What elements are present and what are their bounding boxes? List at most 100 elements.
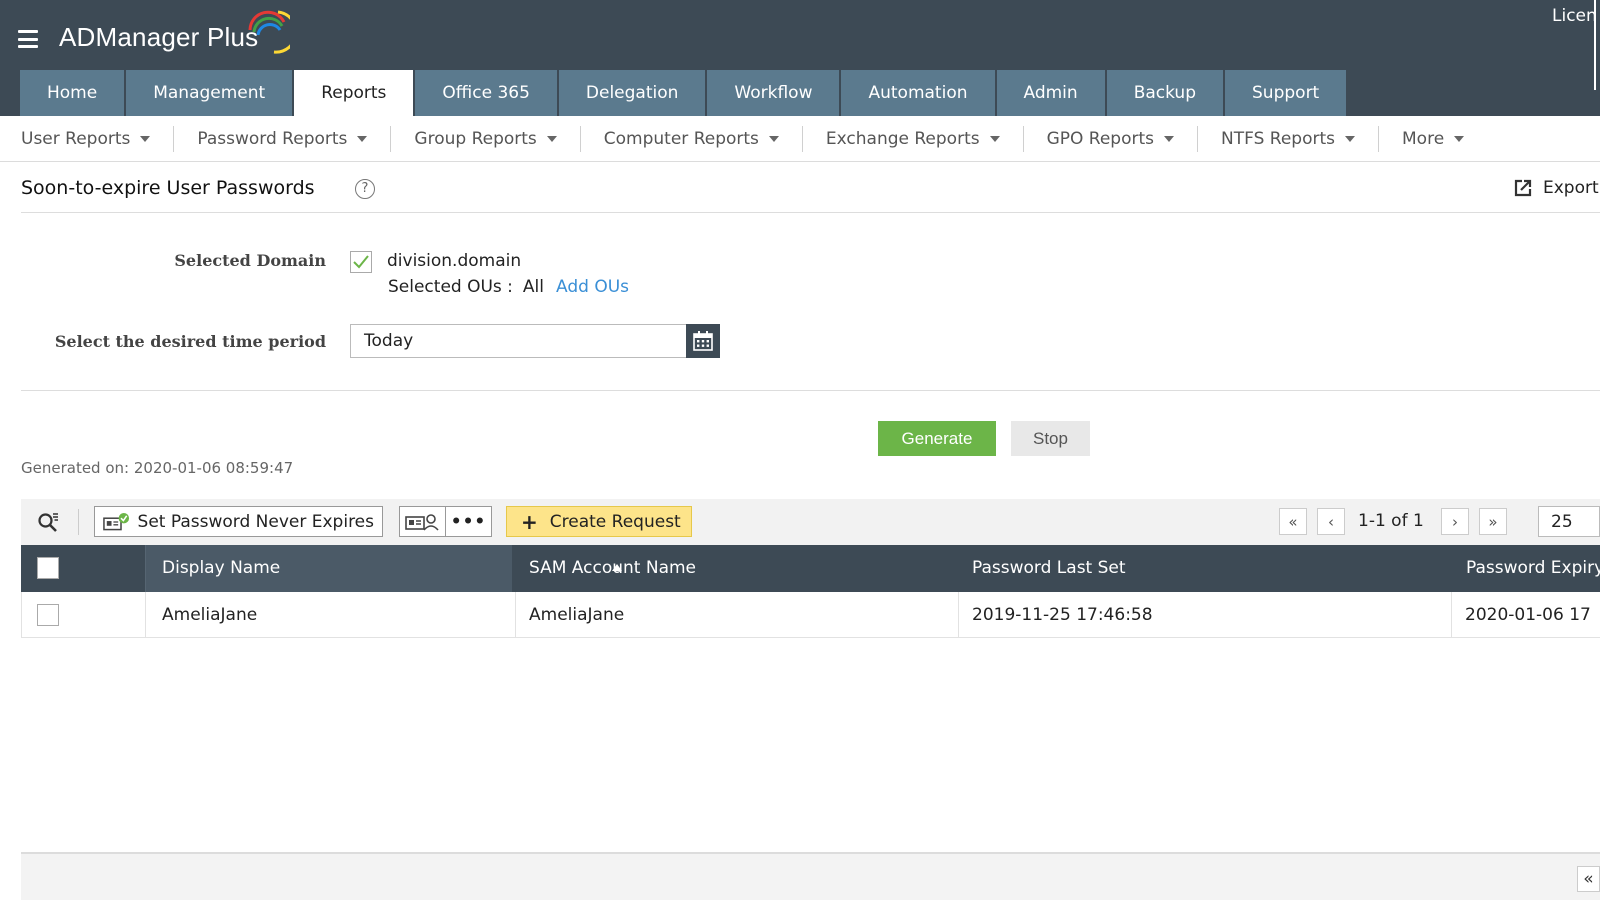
tab-office-365[interactable]: Office 365 xyxy=(415,70,557,116)
footer-bar xyxy=(21,852,1600,900)
calendar-icon xyxy=(693,331,713,351)
caret-down-icon xyxy=(768,135,779,142)
tab-management[interactable]: Management xyxy=(126,70,293,116)
cell-divider xyxy=(958,592,959,638)
set-never-expires-label: Set Password Never Expires xyxy=(137,511,374,532)
double-chevron-left-icon: « xyxy=(1583,869,1594,889)
tab-delegation[interactable]: Delegation xyxy=(558,70,706,116)
create-request-button[interactable]: + Create Request xyxy=(506,506,692,537)
export-icon xyxy=(1514,179,1532,197)
row-checkbox[interactable] xyxy=(37,604,59,626)
tab-reports[interactable]: Reports xyxy=(294,70,414,116)
subnav-divider xyxy=(390,125,392,152)
subnav-label: Password Reports xyxy=(197,128,348,149)
selected-ous-row: Selected OUs : All Add OUs xyxy=(388,277,629,297)
top-header: ADManager Plus Licen Home Management Rep… xyxy=(0,0,1600,116)
tab-automation[interactable]: Automation xyxy=(841,70,995,116)
logo-arc-icon xyxy=(248,10,290,54)
selected-domain-label: Selected Domain xyxy=(174,251,326,270)
caret-down-icon xyxy=(989,135,1000,142)
subnav-label: More xyxy=(1402,128,1445,149)
page-title: Soon-to-expire User Passwords xyxy=(21,177,315,199)
tab-backup[interactable]: Backup xyxy=(1106,70,1224,116)
subnav-computer-reports[interactable]: Computer Reports xyxy=(604,129,779,149)
subnav-label: NTFS Reports xyxy=(1221,128,1336,149)
toolbar-divider xyxy=(78,509,79,535)
main-tabs: Home Management Reports Office 365 Deleg… xyxy=(20,70,1348,116)
tab-support[interactable]: Support xyxy=(1225,70,1347,116)
subnav-more[interactable]: More xyxy=(1402,128,1465,149)
domain-checkbox[interactable] xyxy=(350,251,372,273)
page: ADManager Plus Licen Home Management Rep… xyxy=(0,0,1600,900)
first-page-button[interactable]: « xyxy=(1279,508,1307,535)
time-period-select[interactable]: Today xyxy=(350,324,686,358)
selected-ous-label: Selected OUs : xyxy=(388,277,513,297)
license-link[interactable]: Licen xyxy=(1552,6,1597,26)
column-sam-account-name[interactable]: SAM Account Name xyxy=(529,545,696,592)
subnav-ntfs-reports[interactable]: NTFS Reports xyxy=(1221,128,1356,149)
checkmark-icon xyxy=(353,255,369,269)
stop-button[interactable]: Stop xyxy=(1011,421,1090,456)
tab-admin[interactable]: Admin xyxy=(996,70,1105,116)
reports-subnav: User Reports Password Reports Group Repo… xyxy=(0,116,1600,162)
select-all-checkbox[interactable] xyxy=(37,557,59,579)
add-ous-link[interactable]: Add OUs xyxy=(556,277,629,297)
subnav-user-reports[interactable]: User Reports xyxy=(21,128,151,149)
double-chevron-left-icon: « xyxy=(1288,512,1298,531)
calendar-button[interactable] xyxy=(686,324,720,358)
caret-down-icon xyxy=(140,135,151,142)
caret-down-icon xyxy=(357,135,368,142)
chevron-right-icon: › xyxy=(1452,512,1458,531)
subnav-label: Exchange Reports xyxy=(825,128,980,149)
more-actions-button[interactable]: ••• xyxy=(445,506,492,537)
license-divider xyxy=(1594,0,1596,90)
title-divider xyxy=(21,212,1600,213)
subnav-label: GPO Reports xyxy=(1046,128,1155,149)
column-label: Display Name xyxy=(162,558,281,578)
collapse-panel-button[interactable]: « xyxy=(1577,866,1600,892)
tab-home[interactable]: Home xyxy=(20,70,125,116)
subnav-label: User Reports xyxy=(21,128,131,149)
time-period-label: Select the desired time period xyxy=(54,332,326,351)
hamburger-menu-icon[interactable] xyxy=(18,30,38,48)
generated-on-text: Generated on: 2020-01-06 08:59:47 xyxy=(21,459,294,477)
caret-down-icon xyxy=(1164,135,1175,142)
results-toolbar: Set Password Never Expires ••• + Create … xyxy=(21,499,1600,545)
double-chevron-right-icon: » xyxy=(1488,512,1498,531)
page-size-select[interactable]: 25 xyxy=(1538,506,1600,537)
cell-display-name: AmeliaJane xyxy=(162,605,258,625)
column-display-name[interactable]: Display Name xyxy=(146,545,622,592)
plus-icon: + xyxy=(521,509,538,534)
set-password-never-expires-button[interactable]: Set Password Never Expires xyxy=(94,506,383,537)
subnav-exchange-reports[interactable]: Exchange Reports xyxy=(826,129,1000,149)
create-request-label: Create Request xyxy=(549,511,681,532)
form-divider xyxy=(21,390,1600,391)
subnav-label: Group Reports xyxy=(414,128,537,149)
search-filter-button[interactable] xyxy=(37,511,59,537)
tab-workflow[interactable]: Workflow xyxy=(707,70,840,116)
column-password-expiry[interactable]: Password Expiry xyxy=(1466,545,1600,592)
subnav-divider xyxy=(1022,125,1024,152)
chevron-left-icon: ‹ xyxy=(1328,512,1334,531)
cell-divider xyxy=(1451,592,1452,638)
next-page-button[interactable]: › xyxy=(1441,508,1469,535)
subnav-group-reports[interactable]: Group Reports xyxy=(414,128,557,149)
caret-down-icon xyxy=(546,135,557,142)
user-card-icon xyxy=(405,513,439,531)
previous-page-button[interactable]: ‹ xyxy=(1317,508,1345,535)
column-password-last-set[interactable]: Password Last Set xyxy=(972,545,1126,592)
pagination-text: 1-1 of 1 xyxy=(1358,511,1424,531)
user-card-button[interactable] xyxy=(399,506,446,537)
last-page-button[interactable]: » xyxy=(1479,508,1507,535)
subnav-password-reports[interactable]: Password Reports xyxy=(197,128,368,149)
help-icon[interactable]: ? xyxy=(355,179,375,199)
cell-password-expiry: 2020-01-06 17 xyxy=(1465,605,1591,625)
caret-down-icon xyxy=(1454,135,1465,142)
app-logo-text: ADManager Plus xyxy=(59,22,259,52)
export-button[interactable]: Export xyxy=(1513,178,1599,198)
generate-button[interactable]: Generate xyxy=(878,421,996,456)
subnav-gpo-reports[interactable]: GPO Reports xyxy=(1046,128,1175,149)
subnav-label: Computer Reports xyxy=(603,128,759,149)
search-filter-icon xyxy=(38,513,58,532)
table-row[interactable]: AmeliaJane AmeliaJane 2019-11-25 17:46:5… xyxy=(21,592,1600,638)
